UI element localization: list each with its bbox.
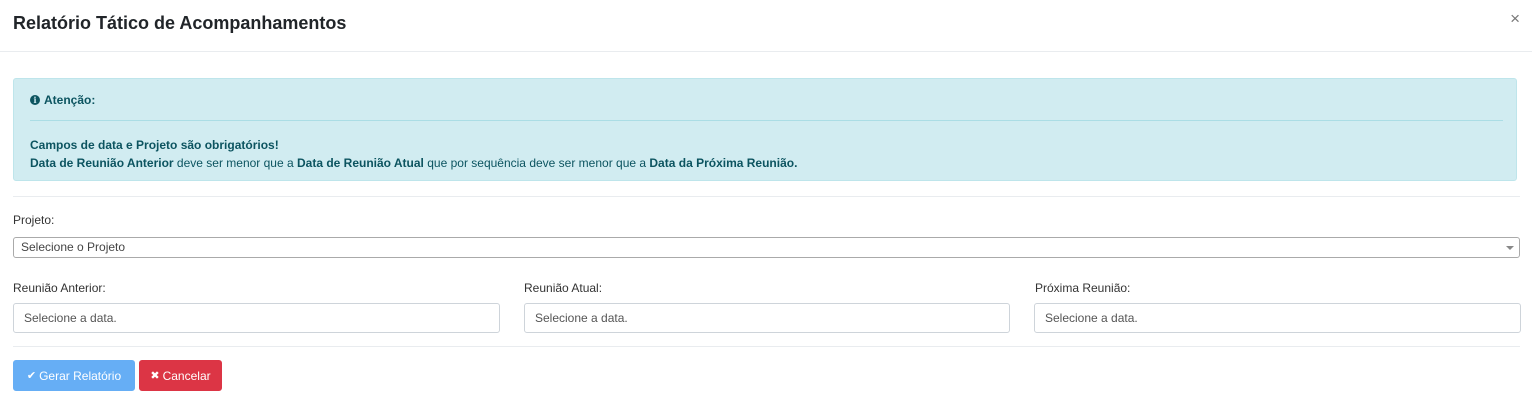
alert-text-part1: deve ser menor que a (173, 156, 297, 170)
close-icon[interactable]: × (1510, 10, 1520, 27)
divider (13, 196, 1520, 197)
reuniao-atual-label: Reunião Atual: (524, 281, 603, 295)
projeto-select[interactable]: Selecione o Projeto (13, 237, 1520, 258)
alert-date-anterior: Data de Reunião Anterior (30, 156, 174, 170)
alert-heading-text: Atenção: (44, 93, 96, 107)
reuniao-anterior-label: Reunião Anterior: (13, 281, 106, 295)
modal-title: Relatório Tático de Acompanhamentos (13, 13, 347, 33)
proxima-reuniao-input[interactable]: Selecione a data. (1034, 303, 1521, 333)
times-icon: ✖ (150, 370, 160, 382)
alert-text-part2: que por sequência deve ser menor que a (423, 156, 650, 170)
alert-date-proxima: Data da Próxima Reunião. (649, 156, 798, 170)
gerar-relatorio-label: Gerar Relatório (39, 368, 122, 383)
projeto-label: Projeto: (13, 213, 55, 227)
alert-divider (30, 120, 1503, 121)
chevron-down-icon (1506, 246, 1514, 250)
divider (13, 346, 1520, 347)
alert-date-order-text: Data de Reunião Anterior deve ser menor … (30, 156, 797, 170)
info-circle-icon: i (30, 95, 40, 105)
check-icon: ✔ (26, 370, 37, 382)
info-alert: i Atenção: Campos de data e Projeto são … (13, 78, 1517, 181)
alert-heading: i Atenção: (30, 93, 95, 107)
alert-required-fields-text: Campos de data e Projeto são obrigatório… (30, 138, 279, 152)
cancel-button[interactable]: ✖ Cancelar (139, 360, 222, 391)
cancel-label: Cancelar (162, 368, 211, 383)
reuniao-atual-input[interactable]: Selecione a data. (524, 303, 1010, 333)
proxima-reuniao-label: Próxima Reunião: (1035, 281, 1131, 295)
projeto-select-value: Selecione o Projeto (21, 240, 126, 254)
gerar-relatorio-button[interactable]: ✔ Gerar Relatório (13, 360, 135, 391)
report-modal: Relatório Tático de Acompanhamentos × i … (0, 0, 1532, 401)
alert-date-atual: Data de Reunião Atual (296, 156, 424, 170)
reuniao-anterior-input[interactable]: Selecione a data. (13, 303, 500, 333)
modal-header: Relatório Tático de Acompanhamentos × (0, 0, 1532, 52)
